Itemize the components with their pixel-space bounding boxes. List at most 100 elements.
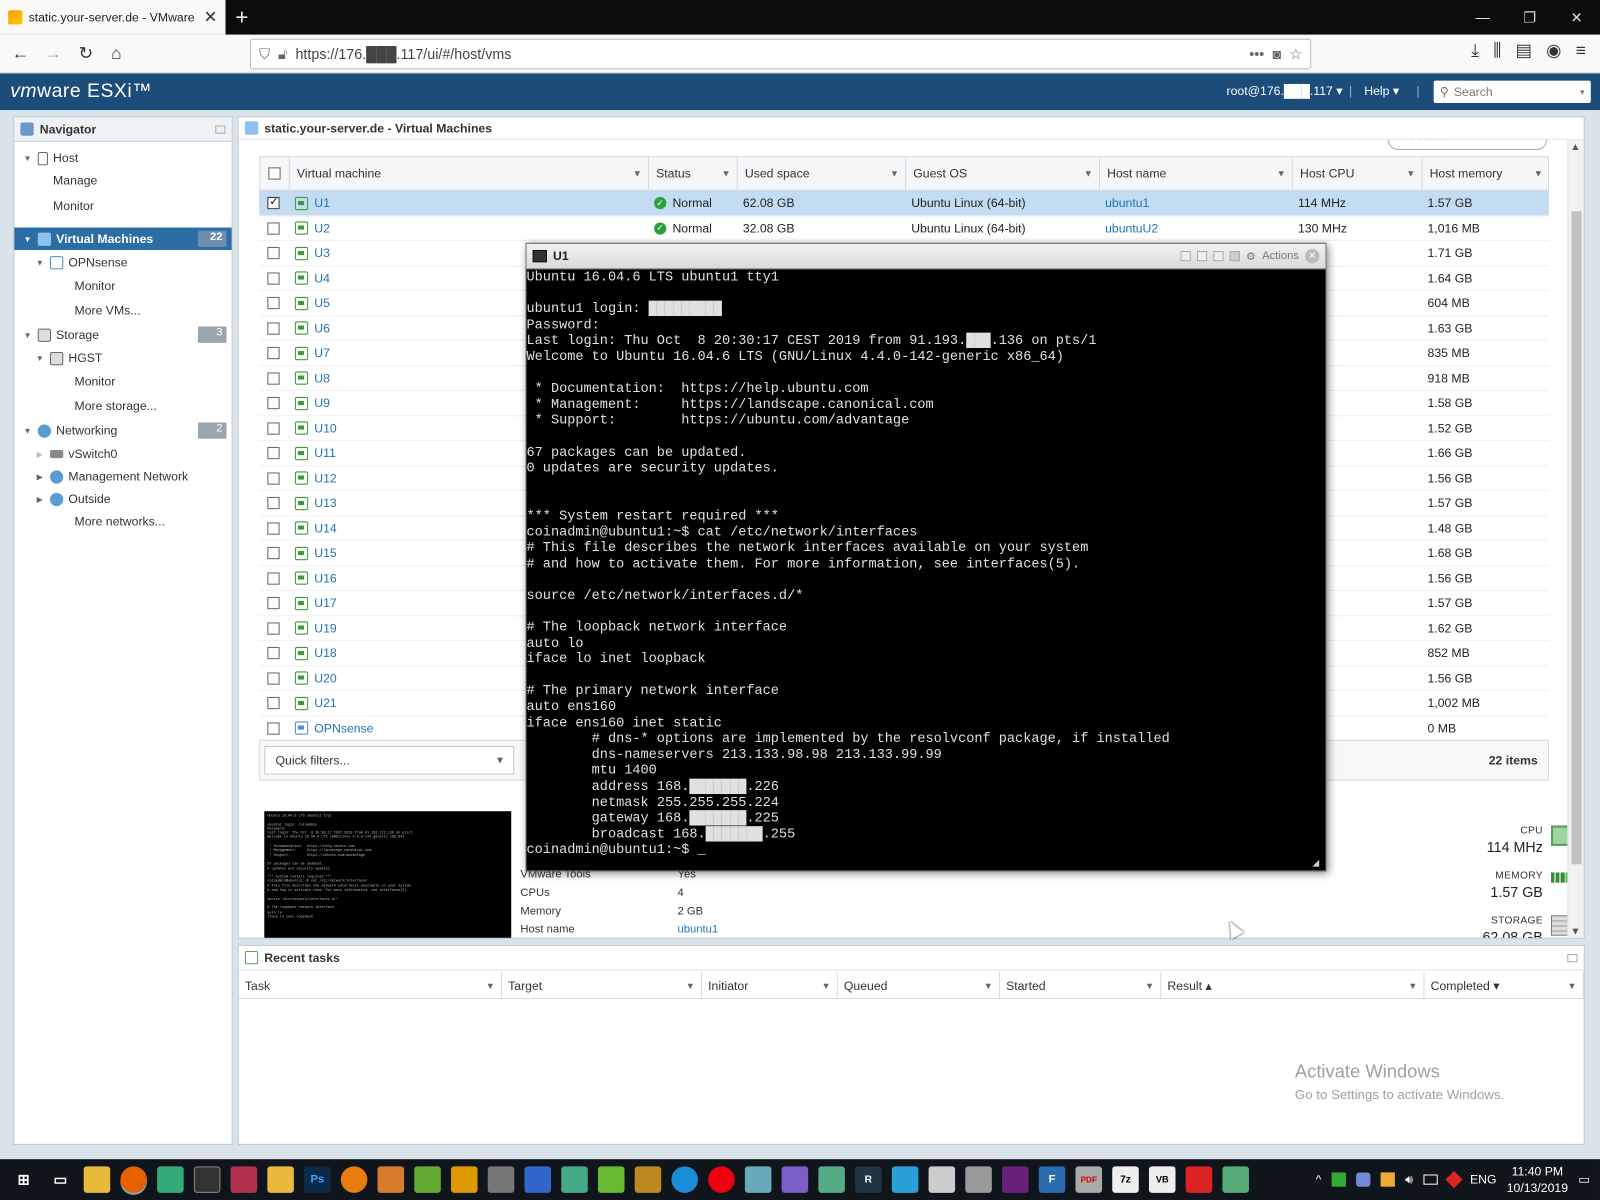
row-select-cell[interactable]: [259, 716, 288, 740]
vm-name-link[interactable]: U2: [314, 221, 330, 235]
reload-icon[interactable]: ↻: [71, 41, 100, 68]
help-menu[interactable]: Help ▾: [1364, 84, 1399, 98]
app-icon[interactable]: R: [855, 1166, 882, 1193]
vm-name-link[interactable]: U20: [314, 671, 336, 685]
vm-name-link[interactable]: U6: [314, 321, 330, 335]
row-checkbox[interactable]: [267, 671, 280, 685]
row-select-cell[interactable]: [259, 291, 288, 315]
vm-name-link[interactable]: U13: [314, 496, 336, 510]
expand-triangle-icon[interactable]: ▶: [35, 449, 45, 458]
table-row[interactable]: U1 ✓ Normal 62.08 GB Ubuntu Linux (64-bit) ub…: [259, 190, 1549, 216]
file-explorer-icon[interactable]: [83, 1166, 111, 1193]
nav-opnsense[interactable]: ▼ OPNsense: [14, 251, 231, 273]
visual-studio-icon[interactable]: [781, 1166, 809, 1193]
row-checkbox[interactable]: [267, 621, 280, 635]
scroll-up-arrow-icon[interactable]: ▲: [1570, 142, 1580, 153]
row-select-cell[interactable]: [259, 216, 288, 240]
minimize-console-icon[interactable]: [1180, 251, 1191, 262]
row-select-cell[interactable]: [259, 516, 288, 540]
nav-host-manage[interactable]: Manage: [14, 169, 231, 191]
vm-name-link[interactable]: U5: [314, 296, 330, 310]
row-checkbox[interactable]: [267, 246, 280, 260]
row-checkbox[interactable]: [267, 396, 280, 410]
tray-app-icon[interactable]: [1380, 1172, 1395, 1187]
nav-more-vms[interactable]: More VMs...: [14, 299, 231, 321]
task-col-header[interactable]: Completed ▾ ▼: [1424, 972, 1584, 999]
app-icon[interactable]: [157, 1166, 184, 1193]
col-host-memory[interactable]: Host memory ▼: [1421, 157, 1549, 190]
nav-host[interactable]: ▼ Host: [14, 147, 231, 169]
tray-chevron-icon[interactable]: ^: [1316, 1172, 1322, 1186]
expand-triangle-icon[interactable]: ▼: [22, 154, 32, 163]
header-search-input[interactable]: ⚲ Search ▾: [1433, 80, 1591, 104]
expand-triangle-icon[interactable]: ▼: [35, 258, 45, 267]
vm-name-link[interactable]: U21: [314, 696, 336, 710]
row-select-cell[interactable]: [259, 441, 288, 465]
select-all-checkbox[interactable]: [260, 157, 289, 190]
task-col-header[interactable]: Result ▴ ▼: [1161, 972, 1425, 999]
vm-name-link[interactable]: U15: [314, 546, 336, 560]
expand-triangle-icon[interactable]: ▶: [35, 494, 45, 503]
console-titlebar[interactable]: U1 ⚙ Actions ✕: [526, 243, 1326, 270]
table-row[interactable]: U2 ✓ Normal 32.08 GB Ubuntu Linux (64-bit) ub…: [259, 216, 1549, 241]
visual-studio-icon[interactable]: [1002, 1166, 1029, 1193]
bookmark-star-icon[interactable]: ☆: [1289, 45, 1302, 62]
row-checkbox[interactable]: [267, 195, 280, 210]
chevron-down-icon[interactable]: ▼: [1408, 981, 1417, 991]
vm-name-link[interactable]: U7: [314, 346, 330, 360]
nav-more-networks[interactable]: More networks...: [14, 510, 231, 532]
close-tab-icon[interactable]: ✕: [204, 7, 218, 27]
row-select-cell[interactable]: [259, 466, 288, 490]
app-icon[interactable]: [634, 1166, 662, 1193]
terminal-app-icon[interactable]: [193, 1166, 221, 1193]
row-checkbox[interactable]: [267, 371, 280, 385]
network-icon[interactable]: [1423, 1174, 1438, 1185]
row-select-cell[interactable]: [259, 691, 288, 715]
row-select-cell[interactable]: [259, 366, 288, 390]
address-bar[interactable]: ⛉ 🔓︎ https://176.███.117/ui/#/host/vms •…: [249, 38, 1312, 70]
nav-networking[interactable]: ▼ Networking 2: [14, 419, 231, 441]
vm-name-link[interactable]: U14: [314, 521, 336, 535]
expand-triangle-icon[interactable]: ▼: [22, 426, 32, 435]
chevron-down-icon[interactable]: ▼: [1567, 981, 1576, 991]
row-checkbox[interactable]: [267, 271, 280, 285]
browser-tab[interactable]: static.your-server.de - VMware ✕: [0, 0, 226, 35]
row-select-cell[interactable]: [259, 391, 288, 415]
col-host-cpu[interactable]: Host CPU ▼: [1291, 157, 1422, 190]
vm-name-link[interactable]: U16: [314, 571, 336, 585]
task-col-header[interactable]: Task ▼: [239, 972, 503, 999]
nav-opnsense-monitor[interactable]: Monitor: [14, 274, 231, 296]
row-checkbox[interactable]: [267, 346, 280, 360]
vm-name-link[interactable]: U4: [314, 271, 330, 285]
new-tab-icon[interactable]: +: [231, 4, 253, 31]
collapse-pane-icon[interactable]: [215, 124, 226, 134]
forward-icon[interactable]: →: [39, 41, 68, 68]
row-select-cell[interactable]: [259, 616, 288, 640]
vm-name-link[interactable]: U12: [314, 471, 336, 485]
row-checkbox[interactable]: [267, 421, 280, 435]
chevron-down-icon[interactable]: ▼: [1534, 168, 1543, 178]
vm-name-link[interactable]: U3: [314, 246, 330, 260]
row-select-cell[interactable]: [259, 316, 288, 340]
vm-name-link[interactable]: U8: [314, 371, 330, 385]
row-checkbox[interactable]: [267, 296, 280, 310]
task-col-header[interactable]: Started ▼: [1000, 972, 1162, 999]
vm-name-link[interactable]: U9: [314, 396, 330, 410]
row-select-cell[interactable]: [259, 541, 288, 565]
vertical-scrollbar[interactable]: ▲ ▼: [1567, 139, 1584, 938]
chevron-down-icon[interactable]: ▼: [890, 168, 899, 178]
keyboard-icon[interactable]: [1229, 251, 1240, 262]
vm-name-link[interactable]: U10: [314, 421, 336, 435]
row-checkbox[interactable]: [267, 596, 280, 610]
vm-name-link[interactable]: U11: [314, 446, 336, 460]
app-icon[interactable]: [377, 1166, 405, 1193]
chevron-down-icon[interactable]: ▼: [822, 981, 831, 991]
row-select-cell[interactable]: [259, 641, 288, 665]
app-icon[interactable]: [524, 1166, 552, 1193]
expand-triangle-icon[interactable]: ▼: [35, 354, 45, 363]
col-guest-os[interactable]: Guest OS ▼: [905, 157, 1099, 190]
close-console-icon[interactable]: ✕: [1305, 248, 1320, 264]
row-select-cell[interactable]: [259, 491, 288, 515]
chevron-down-icon[interactable]: ▼: [722, 168, 731, 178]
chevron-down-icon[interactable]: ▼: [1145, 981, 1154, 991]
